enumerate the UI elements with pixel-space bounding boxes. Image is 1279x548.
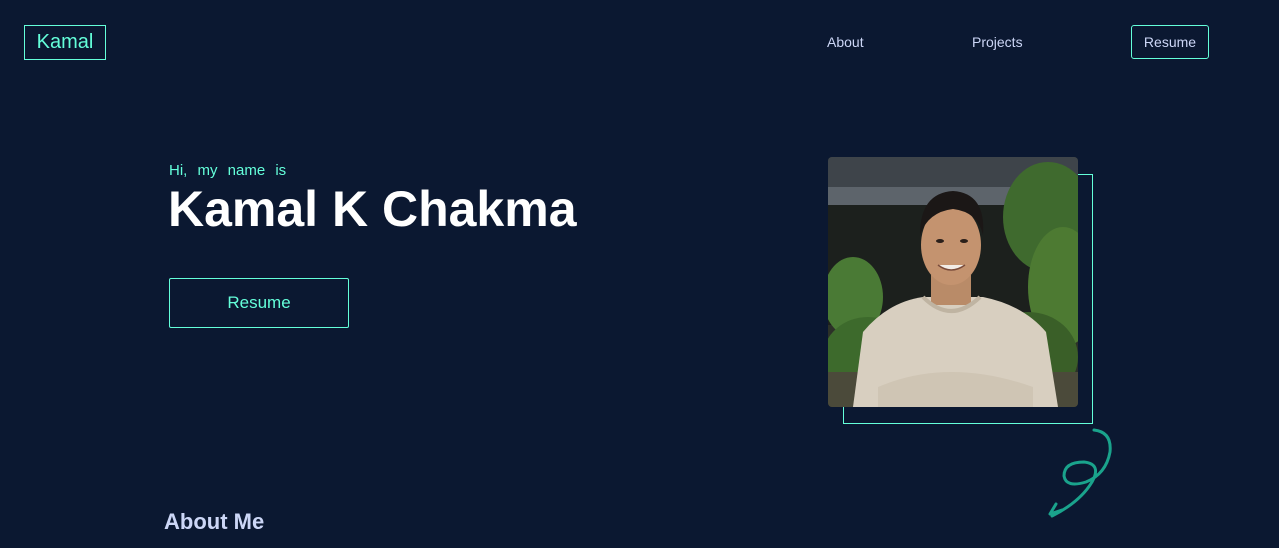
hero-name: Kamal K Chakma: [168, 181, 577, 237]
hero-resume-button[interactable]: Resume: [169, 278, 349, 328]
page: Kamal About Projects Resume Hi, my name …: [0, 0, 1279, 548]
hero-greeting: Hi, my name is: [169, 162, 287, 179]
logo-link[interactable]: Kamal: [24, 25, 106, 60]
nav-resume-button[interactable]: Resume: [1131, 25, 1209, 59]
about-heading: About Me: [164, 509, 265, 534]
nav-projects-link[interactable]: Projects: [972, 34, 1023, 50]
squiggle-arrow-icon: [1048, 428, 1112, 518]
nav-about-link[interactable]: About: [827, 34, 864, 50]
profile-photo: [828, 157, 1078, 407]
